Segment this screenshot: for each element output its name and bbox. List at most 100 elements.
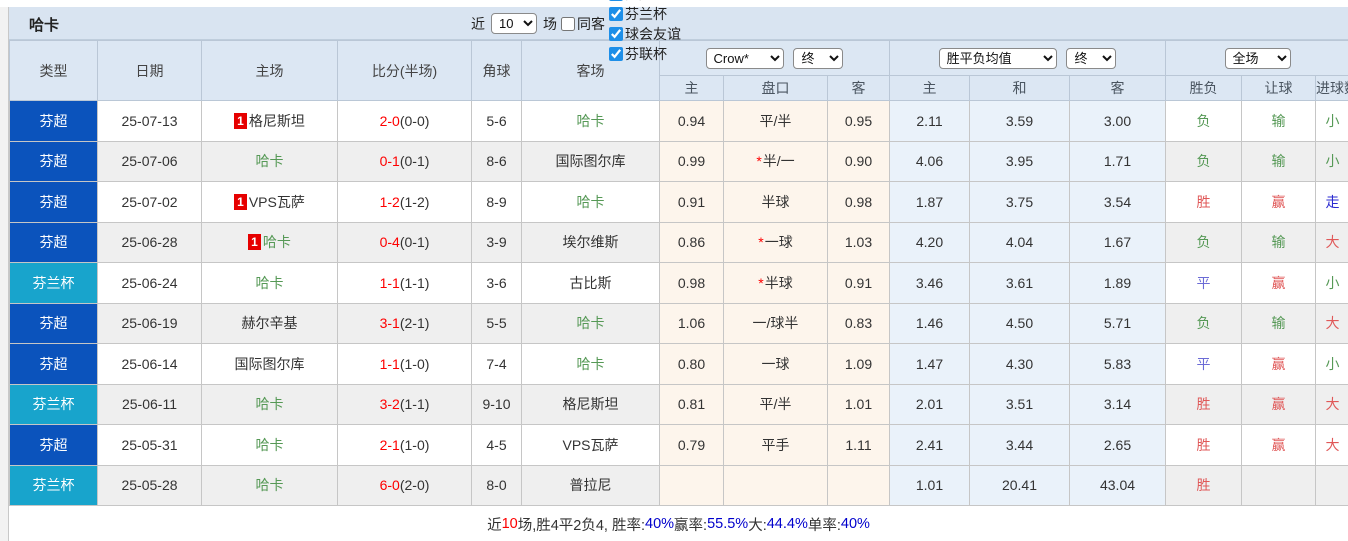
handicap-line: 一/球半: [723, 302, 828, 344]
bookmaker-select[interactable]: Crow*: [705, 47, 784, 69]
away-team[interactable]: VPS瓦萨: [521, 424, 660, 466]
home-team[interactable]: 哈卡: [201, 424, 338, 466]
score-cell[interactable]: 6-0(2-0): [337, 464, 472, 506]
away-team[interactable]: 国际图尔库: [521, 140, 660, 182]
matches-table: 类型 日期 主场 比分(半场) 角球 客场 Crow* 终 胜平负均值 终 全场…: [9, 40, 1348, 506]
home-team[interactable]: 1 格尼斯坦: [201, 100, 338, 142]
result-goals: [1315, 464, 1348, 506]
score-cell[interactable]: 2-0(0-0): [337, 100, 472, 142]
league-badge[interactable]: 芬超: [9, 343, 98, 385]
score-cell[interactable]: 0-4(0-1): [337, 221, 472, 263]
away-team[interactable]: 哈卡: [521, 343, 660, 385]
score-cell[interactable]: 1-2(1-2): [337, 181, 472, 223]
away-team[interactable]: 普拉尼: [521, 464, 660, 506]
result-letball: 输: [1241, 140, 1317, 182]
team-matches-panel: 哈卡 近 10 场 同客 芬超芬兰杯球会友谊芬联杯 类型: [8, 0, 1348, 541]
home-team[interactable]: 哈卡: [201, 140, 338, 182]
result-winloss: 胜: [1165, 181, 1243, 223]
score-cell[interactable]: 1-1(1-0): [337, 343, 472, 385]
league-filter-checkbox-1[interactable]: [609, 6, 623, 21]
league-filter-checkbox-2[interactable]: [609, 26, 623, 41]
home-team[interactable]: 国际图尔库: [201, 343, 338, 385]
avg-home-odds: 3.46: [889, 262, 970, 304]
league-filter-group: 芬超芬兰杯球会友谊芬联杯: [609, 0, 681, 64]
match-row: 芬超 25-06-19 赫尔辛基 3-1(2-1) 5-5 哈卡 1.06 一/球半 0.83 1…: [9, 302, 1348, 344]
avg-home-odds: 1.46: [889, 302, 970, 344]
corner-count: 5-5: [471, 302, 522, 344]
result-winloss: 负: [1165, 140, 1243, 182]
col-header-corner: 角球: [471, 40, 522, 101]
home-team[interactable]: 赫尔辛基: [201, 302, 338, 344]
home-team[interactable]: 1 VPS瓦萨: [201, 181, 338, 223]
home-team[interactable]: 哈卡: [201, 383, 338, 425]
same-away-checkbox[interactable]: [561, 16, 575, 31]
handicap-home-odds: 0.79: [659, 424, 724, 466]
away-team[interactable]: 哈卡: [521, 181, 660, 223]
match-row: 芬兰杯 25-06-24 哈卡 1-1(1-1) 3-6 古比斯 0.98 *半球 0.91 3.…: [9, 262, 1348, 304]
result-letball: 赢: [1241, 343, 1317, 385]
match-row: 芬兰杯 25-05-28 哈卡 6-0(2-0) 8-0 普拉尼 1.01 20.41 43.0…: [9, 464, 1348, 506]
home-team[interactable]: 哈卡: [201, 464, 338, 506]
handicap-away-odds: 1.09: [827, 343, 890, 385]
subcol-winloss: 胜负: [1165, 75, 1243, 101]
filter-bar: 近 10 场 同客 芬超芬兰杯球会友谊芬联杯: [471, 0, 681, 62]
league-badge[interactable]: 芬超: [9, 302, 98, 344]
league-badge[interactable]: 芬超: [9, 181, 98, 223]
summary-segment: 55.5%: [707, 516, 749, 532]
match-scope-select[interactable]: 全场: [1224, 47, 1291, 69]
league-badge[interactable]: 芬兰杯: [9, 383, 98, 425]
same-away-checkbox-label[interactable]: 同客: [561, 14, 605, 34]
league-filter-2[interactable]: 球会友谊: [609, 24, 681, 44]
league-badge[interactable]: 芬超: [9, 424, 98, 466]
score-cell[interactable]: 3-1(2-1): [337, 302, 472, 344]
result-winloss: 胜: [1165, 424, 1243, 466]
away-team[interactable]: 古比斯: [521, 262, 660, 304]
away-team[interactable]: 哈卡: [521, 100, 660, 142]
avg-home-odds: 2.01: [889, 383, 970, 425]
handicap-line: *半/一: [723, 140, 828, 182]
handicap-away-odds: 0.83: [827, 302, 890, 344]
corner-count: 7-4: [471, 343, 522, 385]
score-cell[interactable]: 1-1(1-1): [337, 262, 472, 304]
score-cell[interactable]: 2-1(1-0): [337, 424, 472, 466]
col-header-score: 比分(半场): [337, 40, 472, 101]
league-badge[interactable]: 芬超: [9, 100, 98, 142]
handicap-group-header: Crow* 终: [659, 40, 890, 76]
match-date: 25-07-02: [97, 181, 202, 223]
summary-segment: 40%: [840, 516, 870, 532]
score-cell[interactable]: 0-1(0-1): [337, 140, 472, 182]
handicap-home-odds: 0.80: [659, 343, 724, 385]
league-filter-checkbox-3[interactable]: [609, 46, 623, 61]
avg-home-odds: 1.87: [889, 181, 970, 223]
away-team[interactable]: 哈卡: [521, 302, 660, 344]
league-badge[interactable]: 芬兰杯: [9, 464, 98, 506]
matches-label: 场: [543, 15, 557, 32]
league-filter-3[interactable]: 芬联杯: [609, 44, 681, 64]
result-letball: 输: [1241, 302, 1317, 344]
handicap-home-odds: 0.94: [659, 100, 724, 142]
recent-count-select[interactable]: 10: [491, 13, 537, 34]
summary-segment: 大:: [748, 517, 767, 534]
avg-draw-odds: 4.50: [969, 302, 1070, 344]
result-letball: [1241, 464, 1317, 506]
league-filter-label: 球会友谊: [625, 25, 681, 42]
avg-draw-odds: 3.51: [969, 383, 1070, 425]
league-badge[interactable]: 芬兰杯: [9, 262, 98, 304]
score-cell[interactable]: 3-2(1-1): [337, 383, 472, 425]
league-badge[interactable]: 芬超: [9, 221, 98, 263]
result-letball: 输: [1241, 221, 1317, 263]
home-team[interactable]: 1 哈卡: [201, 221, 338, 263]
home-team[interactable]: 哈卡: [201, 262, 338, 304]
handicap-time-select[interactable]: 终: [793, 47, 844, 69]
avg-away-odds: 1.71: [1068, 140, 1167, 182]
rank-badge: 1: [234, 112, 247, 129]
away-team[interactable]: 格尼斯坦: [521, 383, 660, 425]
subcol-handicap-home: 主: [659, 75, 724, 101]
league-badge[interactable]: 芬超: [9, 140, 98, 182]
away-team[interactable]: 埃尔维斯: [521, 221, 660, 263]
avg-time-select[interactable]: 终: [1066, 47, 1117, 69]
avg-odds-select[interactable]: 胜平负均值: [938, 47, 1057, 69]
league-filter-1[interactable]: 芬兰杯: [609, 4, 681, 24]
league-filter-checkbox-0[interactable]: [609, 0, 623, 1]
league-filter-label: 芬联杯: [625, 45, 667, 62]
